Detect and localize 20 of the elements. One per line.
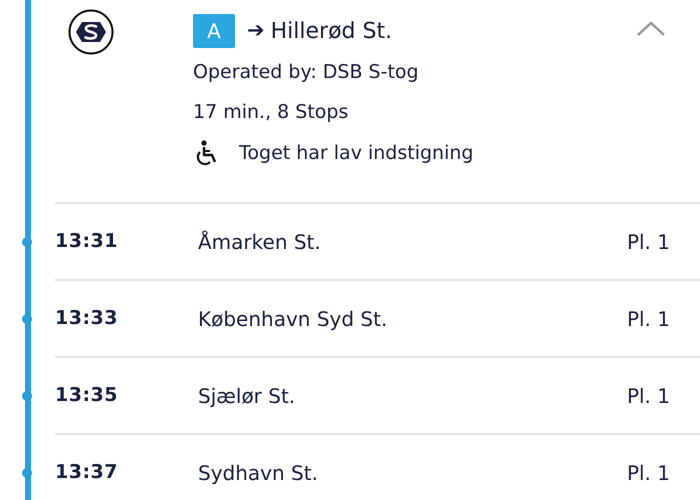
destination-text: Hillerød St. [270,18,392,46]
collapse-chevron-icon[interactable] [636,20,666,38]
line-badge: A [193,14,235,48]
stop-time: 13:31 [55,229,119,254]
accessibility-text: Toget har lav indstigning [239,141,474,165]
stop-name: Åmarken St. [198,228,322,256]
stop-name: Sydhavn St. [198,460,319,486]
operator-text: Operated by: DSB S-tog [193,60,420,84]
platform-text: Pl. 1 [626,228,670,256]
platform-text: Pl. 1 [626,460,670,486]
stop-name: København Syd St. [198,306,388,332]
s-train-logo-icon [68,9,114,55]
stop-name: Sjælør St. [198,382,296,410]
platform-text: Pl. 1 [626,306,670,332]
platform-text: Pl. 1 [626,382,670,410]
stop-time: 13:37 [55,460,119,486]
stop-time: 13:35 [55,383,119,408]
arrow-text: ➔ [247,17,265,44]
stop-time: 13:33 [55,306,119,332]
trip-summary: 17 min., 8 Stops [193,100,350,124]
